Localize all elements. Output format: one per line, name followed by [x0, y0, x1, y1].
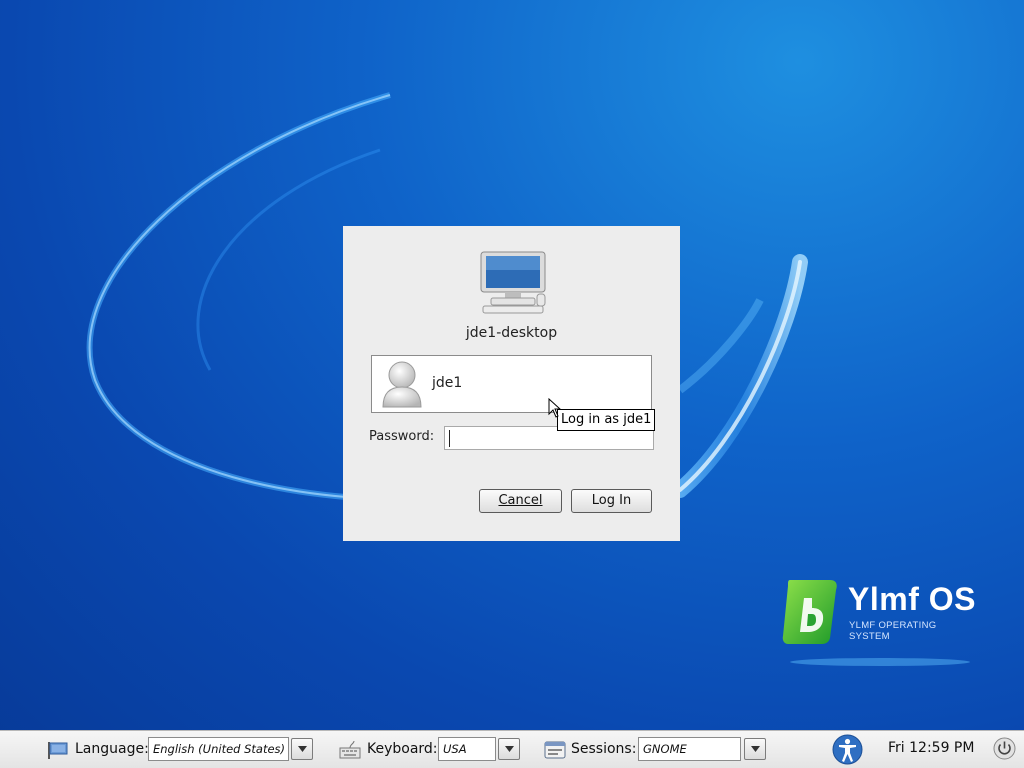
language-flag-icon [48, 742, 68, 759]
user-name: jde1 [432, 375, 463, 391]
brand-name: Ylmf OS [848, 581, 976, 617]
keyboard-label: Keyboard: [367, 741, 438, 757]
keyboard-icon [339, 740, 361, 759]
dropdown-arrow-icon [505, 746, 514, 752]
login-button[interactable]: Log In [571, 489, 652, 513]
sessions-combo[interactable]: GNOME [638, 737, 741, 761]
sessions-icon [544, 741, 566, 759]
keyboard-dropdown-button[interactable] [498, 738, 520, 760]
dropdown-arrow-icon [298, 746, 307, 752]
sessions-label: Sessions: [571, 741, 637, 757]
language-label: Language: [75, 741, 149, 757]
power-icon[interactable] [993, 737, 1016, 760]
computer-icon [480, 251, 546, 314]
host-name: jde1-desktop [465, 325, 558, 341]
user-list-item-jde1[interactable]: jde1 [371, 355, 652, 413]
cancel-button[interactable]: Cancel [479, 489, 562, 513]
brand-mark-icon [782, 580, 837, 644]
login-dialog: jde1-desktop jde1 Password: Cancel Log I… [343, 226, 680, 541]
bottom-panel: Language: English (United States) Keyboa… [0, 730, 1024, 768]
user-avatar-icon [382, 361, 422, 408]
brand-tagline: YLMF OPERATING SYSTEM [849, 620, 937, 642]
language-dropdown-button[interactable] [291, 738, 313, 760]
brand-logo: Ylmf OS YLMF OPERATING SYSTEM [780, 576, 980, 676]
dropdown-arrow-icon [751, 746, 760, 752]
clock: Fri 12:59 PM [888, 740, 975, 756]
login-tooltip: Log in as jde1 [557, 409, 656, 431]
mouse-cursor-icon [548, 398, 562, 418]
language-combo[interactable]: English (United States) [148, 737, 289, 761]
password-label: Password: [369, 429, 435, 444]
text-caret [449, 430, 450, 447]
accessibility-icon[interactable] [832, 734, 863, 765]
keyboard-combo[interactable]: USA [438, 737, 496, 761]
sessions-dropdown-button[interactable] [744, 738, 766, 760]
